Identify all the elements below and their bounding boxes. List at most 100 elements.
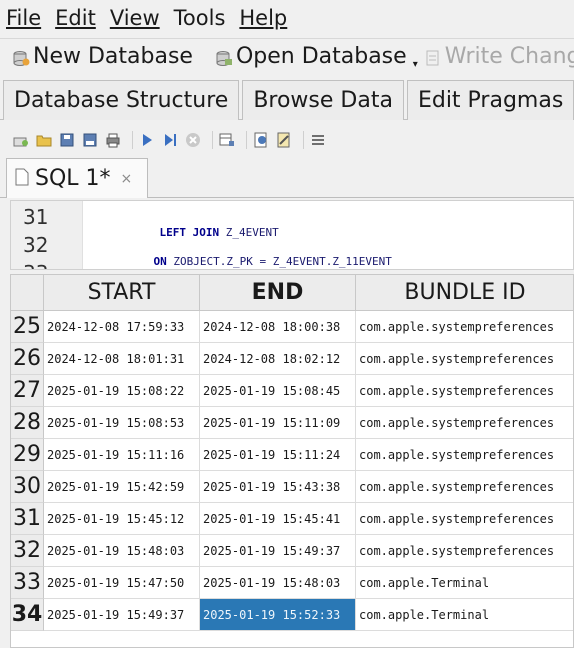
find-replace-icon[interactable] bbox=[275, 131, 293, 149]
tab-browse-data[interactable]: Browse Data bbox=[242, 80, 404, 120]
column-header-start[interactable]: START bbox=[44, 275, 200, 311]
cell-bundle-id[interactable]: com.apple.systempreferences bbox=[356, 343, 573, 375]
close-icon[interactable]: × bbox=[121, 171, 133, 187]
sql-tab[interactable]: SQL 1* × bbox=[6, 158, 148, 198]
execute-all-icon[interactable] bbox=[138, 131, 156, 149]
line-number: 33 bbox=[23, 261, 48, 269]
cell-end[interactable]: 2025-01-19 15:45:41 bbox=[200, 503, 356, 535]
save-sql-file-icon[interactable] bbox=[58, 131, 76, 149]
save-results-icon[interactable] bbox=[81, 131, 99, 149]
cell-start[interactable]: 2024-12-08 18:01:31 bbox=[44, 343, 200, 375]
toolbar-separator bbox=[132, 131, 133, 149]
row-number[interactable]: 33 bbox=[11, 567, 44, 599]
column-header-bundle-id[interactable]: BUNDLE ID bbox=[356, 275, 573, 311]
cell-bundle-id[interactable]: com.apple.systempreferences bbox=[356, 311, 573, 343]
menu-view-label: View bbox=[109, 6, 160, 30]
cell-bundle-id[interactable]: com.apple.systempreferences bbox=[356, 439, 573, 471]
new-database-icon bbox=[12, 48, 30, 66]
cell-end[interactable]: 2025-01-19 15:48:03 bbox=[200, 567, 356, 599]
column-header-end[interactable]: END bbox=[200, 275, 356, 311]
table-row[interactable]: 31 2025-01-19 15:45:12 2025-01-19 15:45:41… bbox=[11, 503, 573, 535]
table-row[interactable]: 28 2025-01-19 15:08:53 2025-01-19 15:11:09… bbox=[11, 407, 573, 439]
cell-bundle-id[interactable]: com.apple.systempreferences bbox=[356, 535, 573, 567]
row-number[interactable]: 25 bbox=[11, 311, 44, 343]
main-toolbar: New Database Open Database ▾ Write Chang bbox=[0, 38, 574, 74]
toolbar-separator bbox=[303, 131, 304, 149]
menu-file-label: File bbox=[6, 6, 42, 30]
row-number[interactable]: 34 bbox=[11, 599, 44, 631]
cell-start[interactable]: 2025-01-19 15:49:37 bbox=[44, 599, 200, 631]
row-number[interactable]: 30 bbox=[11, 471, 44, 503]
open-sql-file-icon[interactable] bbox=[35, 131, 53, 149]
table-row[interactable]: 29 2025-01-19 15:11:16 2025-01-19 15:11:24… bbox=[11, 439, 573, 471]
results-grid[interactable]: START END BUNDLE ID 25 2024-12-08 17:59:3… bbox=[10, 274, 574, 648]
new-database-button[interactable]: New Database bbox=[12, 44, 193, 69]
menu-file[interactable]: File bbox=[6, 0, 41, 36]
table-row[interactable]: 32 2025-01-19 15:48:03 2025-01-19 15:49:37… bbox=[11, 535, 573, 567]
cell-start[interactable]: 2025-01-19 15:47:50 bbox=[44, 567, 200, 599]
save-results-view-icon[interactable] bbox=[218, 131, 236, 149]
table-row[interactable]: 26 2024-12-08 18:01:31 2024-12-08 18:02:12… bbox=[11, 343, 573, 375]
cell-bundle-id[interactable]: com.apple.systempreferences bbox=[356, 471, 573, 503]
table-row[interactable]: 33 2025-01-19 15:47:50 2025-01-19 15:48:03… bbox=[11, 567, 573, 599]
table-row[interactable]: 25 2024-12-08 17:59:33 2024-12-08 18:00:38… bbox=[11, 311, 573, 343]
find-icon[interactable] bbox=[252, 131, 270, 149]
menu-view[interactable]: View bbox=[110, 0, 160, 36]
cell-bundle-id[interactable]: com.apple.Terminal bbox=[356, 599, 573, 631]
menu-tools[interactable]: Tools bbox=[174, 0, 226, 36]
toolbar-separator bbox=[246, 131, 247, 149]
cell-bundle-id[interactable]: com.apple.systempreferences bbox=[356, 503, 573, 535]
menu-help[interactable]: Help bbox=[239, 0, 287, 36]
row-number[interactable]: 29 bbox=[11, 439, 44, 471]
stop-icon[interactable] bbox=[184, 131, 202, 149]
table-row[interactable]: 34 2025-01-19 15:49:37 2025-01-19 15:52:33… bbox=[11, 599, 573, 631]
cell-start[interactable]: 2025-01-19 15:45:12 bbox=[44, 503, 200, 535]
comment-lines-icon[interactable] bbox=[309, 131, 327, 149]
execute-line-icon[interactable] bbox=[161, 131, 179, 149]
column-header-label: START bbox=[87, 280, 156, 305]
new-database-label: New Database bbox=[33, 44, 193, 69]
cell-bundle-id[interactable]: com.apple.systempreferences bbox=[356, 407, 573, 439]
row-number[interactable]: 26 bbox=[11, 343, 44, 375]
row-number[interactable]: 31 bbox=[11, 503, 44, 535]
table-row[interactable]: 30 2025-01-19 15:42:59 2025-01-19 15:43:38… bbox=[11, 471, 573, 503]
cell-end[interactable]: 2024-12-08 18:02:12 bbox=[200, 343, 356, 375]
cell-end[interactable]: 2025-01-19 15:11:09 bbox=[200, 407, 356, 439]
table-row[interactable]: 27 2025-01-19 15:08:22 2025-01-19 15:08:45… bbox=[11, 375, 573, 407]
cell-start[interactable]: 2025-01-19 15:48:03 bbox=[44, 535, 200, 567]
open-dropdown-icon[interactable]: ▾ bbox=[413, 59, 418, 70]
cell-start[interactable]: 2025-01-19 15:11:16 bbox=[44, 439, 200, 471]
print-icon[interactable] bbox=[104, 131, 122, 149]
row-number[interactable]: 28 bbox=[11, 407, 44, 439]
menu-edit-label: Edit bbox=[55, 6, 96, 30]
sql-tab-label: SQL 1* bbox=[35, 166, 111, 191]
cell-end[interactable]: 2024-12-08 18:00:38 bbox=[200, 311, 356, 343]
line-number: 31 bbox=[23, 205, 49, 229]
tab-database-structure-label: Database Structure bbox=[14, 88, 229, 113]
cell-start[interactable]: 2025-01-19 15:08:53 bbox=[44, 407, 200, 439]
row-number[interactable]: 32 bbox=[11, 535, 44, 567]
write-changes-button[interactable]: Write Chang bbox=[424, 44, 574, 69]
cell-start[interactable]: 2024-12-08 17:59:33 bbox=[44, 311, 200, 343]
grid-corner[interactable] bbox=[11, 275, 44, 311]
cell-end[interactable]: 2025-01-19 15:11:24 bbox=[200, 439, 356, 471]
cell-end[interactable]: 2025-01-19 15:08:45 bbox=[200, 375, 356, 407]
row-number[interactable]: 27 bbox=[11, 375, 44, 407]
cell-end[interactable]: 2025-01-19 15:52:33 bbox=[200, 599, 356, 631]
main-tabs: Database Structure Browse Data Edit Prag… bbox=[0, 80, 574, 120]
cell-bundle-id[interactable]: com.apple.systempreferences bbox=[356, 375, 573, 407]
sql-editor[interactable]: 31 32 33 LEFT JOIN Z_4EVENT ON ZOBJECT.Z… bbox=[10, 200, 574, 270]
cell-start[interactable]: 2025-01-19 15:08:22 bbox=[44, 375, 200, 407]
toolbar-separator bbox=[212, 131, 213, 149]
column-header-label: END bbox=[251, 280, 304, 305]
open-tab-icon[interactable] bbox=[12, 131, 30, 149]
tab-edit-pragmas[interactable]: Edit Pragmas bbox=[406, 80, 574, 120]
menu-edit[interactable]: Edit bbox=[55, 0, 96, 36]
open-database-button[interactable]: Open Database bbox=[215, 44, 407, 69]
cell-bundle-id[interactable]: com.apple.Terminal bbox=[356, 567, 573, 599]
sql-text: Z_4EVENT bbox=[219, 226, 279, 239]
cell-start[interactable]: 2025-01-19 15:42:59 bbox=[44, 471, 200, 503]
cell-end[interactable]: 2025-01-19 15:43:38 bbox=[200, 471, 356, 503]
cell-end[interactable]: 2025-01-19 15:49:37 bbox=[200, 535, 356, 567]
tab-database-structure[interactable]: Database Structure bbox=[3, 80, 240, 120]
